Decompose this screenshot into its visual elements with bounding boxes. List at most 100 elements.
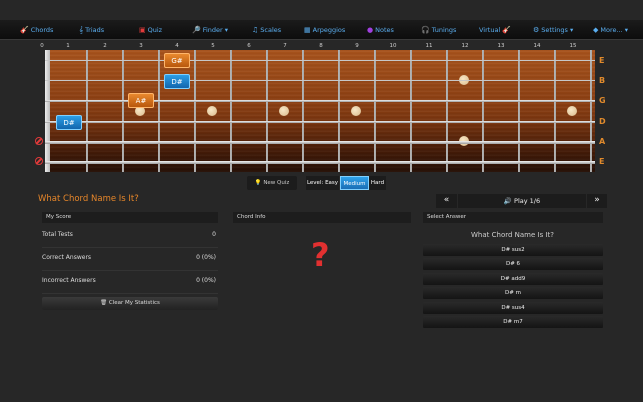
trash-icon: 🗑 [100,300,108,306]
level-hard-button[interactable]: Hard [369,176,386,190]
string-name: B [599,76,606,85]
my-score-header: My Score [42,212,218,223]
answer-option[interactable]: D# sus2 [423,244,603,256]
search-icon: 🔎 [192,26,201,34]
answer-option[interactable]: D# m7 [423,316,603,328]
fret-wire [482,50,484,172]
string-name: E [599,56,605,65]
fret-wire [410,50,412,172]
nav-scales[interactable]: ♫ Scales [252,20,281,40]
play-button[interactable]: 🔊 Play 1/6 [458,194,586,208]
note-marker[interactable]: D# [164,73,190,89]
string-name: A [599,137,606,146]
nav-label: More... ▾ [600,26,629,34]
prev-button[interactable]: « [436,194,457,208]
guitar-icon: 🎸 [502,26,511,34]
gear-icon: ⚙ [533,26,540,34]
nav-label: Tunings [431,26,457,34]
arpeggio-icon: ▦ [304,26,311,34]
nav-label: Quiz [147,26,163,34]
fret-wire [590,50,592,172]
fretboard-wood [49,50,595,172]
score-value: 0 [212,231,216,238]
level-medium-button[interactable]: Medium [340,176,369,190]
answer-option[interactable]: D# sus4 [423,302,603,314]
nav-tunings[interactable]: 🎧 Tunings [421,20,456,40]
nav-label: Chords [30,26,54,34]
note-marker[interactable]: G# [164,52,190,68]
fret-number: 14 [533,43,541,49]
new-quiz-label: New Quiz [263,180,290,186]
fretboard[interactable]: G# D# A# D# [45,50,595,172]
fret-wire [158,50,160,172]
string-5 [45,141,595,144]
answer-option[interactable]: D# m [423,287,603,299]
fret-number: 15 [569,43,577,49]
diamond-icon: ◆ [593,26,599,34]
select-answer-header: Select Answer [423,212,603,223]
next-button[interactable]: » [587,194,607,208]
new-quiz-button[interactable]: 💡 New Quiz [247,176,297,190]
fret-wire [446,50,448,172]
fret-wire [266,50,268,172]
nav-triads[interactable]: 𝄞 Triads [79,20,104,40]
nav-label: Notes [375,26,394,34]
nav-settings[interactable]: ⚙ Settings ▾ [533,20,573,40]
string-name: D [599,117,606,126]
clear-statistics-button[interactable]: 🗑 Clear My Statistics [42,297,218,310]
answer-option[interactable]: D# add9 [423,273,603,285]
level-prefix: Level: [306,180,324,186]
nav-label: Finder ▾ [202,26,229,34]
nav-label: Settings ▾ [541,26,574,34]
fret-number: 2 [103,43,107,49]
score-row-total: Total Tests 0 [42,226,218,248]
nav-label: Virtual [479,26,501,34]
fret-wire [338,50,340,172]
score-value: 0 (0%) [196,254,216,261]
nav-virtual[interactable]: Virtual 🎸 [479,20,513,40]
fret-number: 11 [425,43,433,49]
fret-wire [554,50,556,172]
fret-number: 13 [497,43,505,49]
nav-label: Arpeggios [312,26,346,34]
fret-wire [230,50,232,172]
note-dot-icon: ● [367,26,374,34]
muted-string-icon [35,137,43,145]
question-mark: ? [311,236,330,274]
answer-option[interactable]: D# 6 [423,258,603,270]
string-1 [45,60,595,61]
nut [45,50,50,172]
nav-notes[interactable]: ● Notes [367,20,394,40]
fret-wire [194,50,196,172]
fret-number: 0 [40,43,44,49]
level-easy-label: Easy [325,180,339,186]
clef-icon: 𝄞 [79,26,84,34]
answer-question: What Chord Name Is It? [471,231,554,239]
fret-number: 3 [139,43,143,49]
nav-arpeggios[interactable]: ▦ Arpeggios [304,20,345,40]
fret-inlay [351,106,361,116]
nav-label: Triads [85,26,105,34]
nav-chords[interactable]: 🎸 Chords [20,20,53,40]
nav-quiz[interactable]: ▣ Quiz [139,20,162,40]
level-easy-button[interactable]: Level: Easy [306,176,339,190]
string-4 [45,121,595,123]
fret-inlay [207,106,217,116]
note-marker[interactable]: A# [128,92,154,108]
chord-info-header: Chord Info [233,212,411,223]
clear-statistics-label: Clear My Statistics [108,300,160,306]
fret-wire [122,50,124,172]
fret-number: 12 [461,43,469,49]
lightbulb-icon: 💡 [254,180,262,186]
note-marker[interactable]: D# [56,114,82,130]
score-value: 0 (0%) [196,277,216,284]
fret-wire [302,50,304,172]
quiz-icon: ▣ [139,26,146,34]
nav-finder[interactable]: 🔎 Finder ▾ [192,20,228,40]
nav-more[interactable]: ◆ More... ▾ [593,20,628,40]
fret-wire [518,50,520,172]
fret-number: 10 [389,43,397,49]
guitar-icon: 🎸 [20,26,29,34]
fret-number: 6 [247,43,251,49]
top-nav: 🎸 Chords 𝄞 Triads ▣ Quiz 🔎 Finder ▾ ♫ Scales … [0,20,643,40]
